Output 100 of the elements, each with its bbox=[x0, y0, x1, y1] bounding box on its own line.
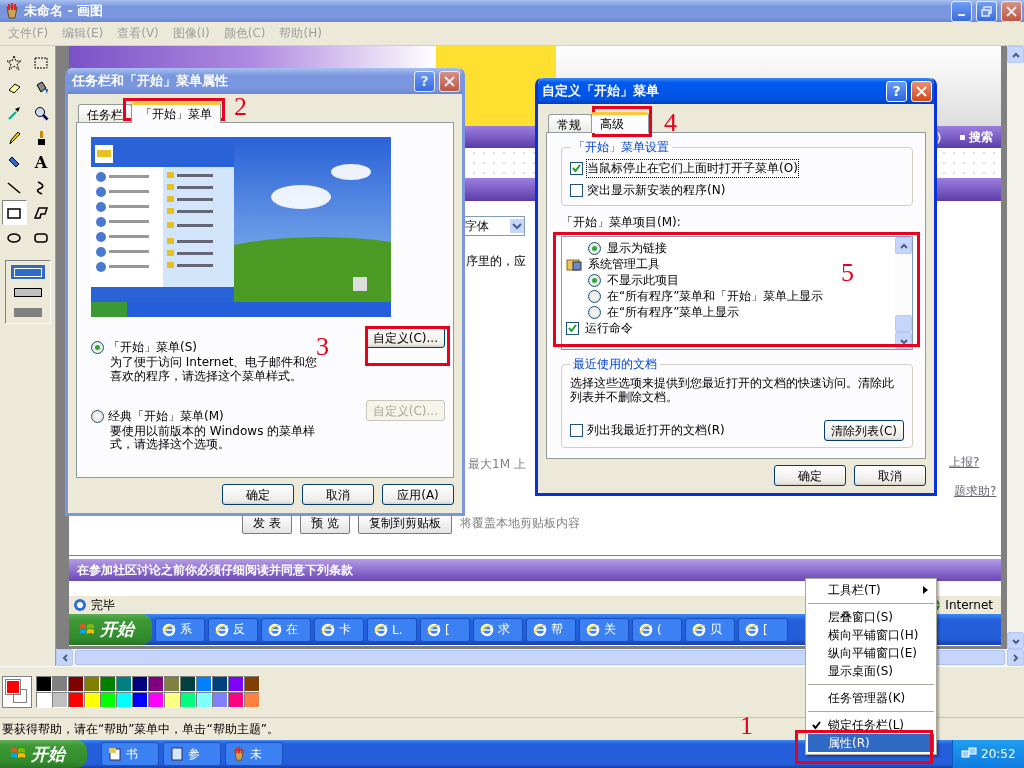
color-swatch[interactable] bbox=[100, 692, 116, 708]
list-item-label: 显示为链接 bbox=[607, 239, 667, 257]
link[interactable]: 题求助? bbox=[954, 483, 997, 500]
menu-item[interactable]: 工具栏(T) bbox=[808, 581, 934, 599]
tool-button[interactable]: A bbox=[28, 150, 54, 175]
color-swatch[interactable] bbox=[228, 676, 244, 692]
color-swatch[interactable] bbox=[212, 692, 228, 708]
clear-list-button[interactable]: 清除列表(C) bbox=[824, 419, 904, 441]
terms-header: 在参加社区讨论之前你必须仔细阅读并同意下列条款 bbox=[69, 559, 1001, 581]
taskbar-button[interactable]: 书 bbox=[101, 742, 159, 766]
tab[interactable]: 高级 bbox=[591, 112, 649, 133]
color-swatch[interactable] bbox=[100, 676, 116, 692]
radio-button[interactable] bbox=[588, 305, 601, 319]
taskbar-button[interactable]: [ bbox=[420, 617, 470, 642]
taskbar-button[interactable]: 系 bbox=[155, 617, 205, 642]
taskbar-button[interactable]: 关 bbox=[579, 617, 629, 642]
dialog-button[interactable]: 应用(A) bbox=[382, 484, 454, 505]
color-picker-icon bbox=[6, 104, 22, 121]
tab[interactable]: 任务栏 bbox=[78, 104, 132, 122]
taskbar-button[interactable]: ( bbox=[632, 617, 682, 642]
menu-item[interactable]: 锁定任务栏(L) bbox=[808, 716, 934, 734]
menu-item[interactable]: 纵向平铺窗口(E) bbox=[808, 644, 934, 662]
checkbox-label: 突出显示新安装的程序(N) bbox=[587, 182, 726, 199]
browser-icon bbox=[321, 622, 335, 637]
taskbar-button[interactable]: 贝 bbox=[685, 617, 735, 642]
free-select-icon bbox=[6, 54, 22, 71]
color-swatch[interactable] bbox=[36, 676, 52, 692]
scroll-up-button[interactable] bbox=[1007, 46, 1024, 63]
browser-icon bbox=[692, 622, 706, 637]
menu-item[interactable]: 任务管理器(K) bbox=[808, 689, 934, 707]
taskbar-button[interactable]: 在 bbox=[261, 617, 311, 642]
color-swatch[interactable] bbox=[196, 676, 212, 692]
taskbar-button[interactable]: 反 bbox=[208, 617, 258, 642]
color-swatch[interactable] bbox=[212, 676, 228, 692]
color-swatch[interactable] bbox=[68, 692, 84, 708]
scroll-down-button[interactable] bbox=[1007, 632, 1024, 649]
radio-button[interactable] bbox=[588, 241, 601, 255]
scrollbar-thumb[interactable] bbox=[895, 315, 912, 332]
color-swatch[interactable] bbox=[116, 676, 132, 692]
color-swatch[interactable] bbox=[132, 692, 148, 708]
color-swatch[interactable] bbox=[196, 692, 212, 708]
color-swatch[interactable] bbox=[36, 692, 52, 708]
color-swatch[interactable] bbox=[244, 676, 260, 692]
scroll-up-button[interactable] bbox=[895, 237, 912, 254]
color-swatch[interactable] bbox=[52, 692, 68, 708]
radio-button[interactable] bbox=[588, 289, 601, 303]
color-swatch[interactable] bbox=[116, 692, 132, 708]
menu-item[interactable]: 显示桌面(S) bbox=[808, 662, 934, 680]
tab[interactable]: 「开始」菜单 bbox=[131, 102, 221, 123]
start-button[interactable]: 开始 bbox=[69, 614, 152, 645]
dialog-button[interactable]: 取消 bbox=[302, 484, 374, 505]
taskbar-button[interactable]: 求 bbox=[473, 617, 523, 642]
color-swatch[interactable] bbox=[148, 692, 164, 708]
tool-button[interactable] bbox=[1, 200, 27, 225]
taskbar-button[interactable]: L. bbox=[367, 617, 417, 642]
color-swatch[interactable] bbox=[180, 692, 196, 708]
list-label: 「开始」菜单项目(M): bbox=[561, 214, 682, 231]
checkbox[interactable] bbox=[570, 162, 583, 175]
color-swatch[interactable] bbox=[164, 692, 180, 708]
checkbox[interactable] bbox=[570, 184, 583, 197]
color-swatch[interactable] bbox=[244, 692, 260, 708]
dialog-button[interactable]: 取消 bbox=[854, 464, 926, 486]
color-swatch[interactable] bbox=[68, 676, 84, 692]
radio-button[interactable] bbox=[91, 409, 104, 423]
checkbox[interactable] bbox=[570, 423, 583, 437]
checkbox[interactable] bbox=[566, 321, 579, 335]
taskbar-button[interactable]: 未 bbox=[225, 742, 283, 766]
taskbar-button[interactable]: 卡 bbox=[314, 617, 364, 642]
color-swatch[interactable] bbox=[148, 676, 164, 692]
upload-note: 最大1M 上 bbox=[468, 456, 526, 473]
start-button[interactable]: 开始 bbox=[0, 740, 87, 768]
color-swatch[interactable] bbox=[228, 692, 244, 708]
menu-item[interactable]: 层叠窗口(S) bbox=[808, 608, 934, 626]
taskbar-button[interactable]: 帮 bbox=[526, 617, 576, 642]
browser-icon bbox=[533, 622, 547, 637]
menu-item[interactable]: 属性(R) bbox=[808, 734, 934, 752]
dialog-title: 任务栏和「开始」菜单属性 bbox=[72, 72, 229, 90]
menu-item[interactable]: 横向平铺窗口(H) bbox=[808, 626, 934, 644]
scroll-right-button[interactable] bbox=[1007, 649, 1024, 666]
radio-button[interactable] bbox=[91, 341, 104, 354]
dialog-button[interactable]: 确定 bbox=[774, 464, 846, 486]
scroll-left-button[interactable] bbox=[56, 649, 73, 666]
browser-icon bbox=[639, 622, 653, 637]
close-button[interactable] bbox=[911, 80, 932, 102]
tab[interactable]: 常规 bbox=[548, 114, 592, 132]
color-swatch[interactable] bbox=[84, 676, 100, 692]
taskbar-button[interactable]: [ bbox=[738, 617, 788, 642]
color-swatch[interactable] bbox=[132, 676, 148, 692]
color-swatch[interactable] bbox=[52, 676, 68, 692]
help-button[interactable]: ? bbox=[886, 80, 907, 102]
radio-button[interactable] bbox=[588, 273, 601, 287]
clipboard-note: 将覆盖本地剪贴板内容 bbox=[459, 515, 580, 532]
color-swatch[interactable] bbox=[84, 692, 100, 708]
color-swatch[interactable] bbox=[180, 676, 196, 692]
color-swatch[interactable] bbox=[164, 676, 180, 692]
nav-link[interactable]: 搜索 bbox=[969, 128, 993, 146]
taskbar-button[interactable]: 参 bbox=[163, 742, 221, 766]
step-number: 3 bbox=[316, 334, 329, 360]
link[interactable]: 上报? bbox=[949, 454, 980, 471]
dialog-button[interactable]: 确定 bbox=[222, 484, 294, 505]
